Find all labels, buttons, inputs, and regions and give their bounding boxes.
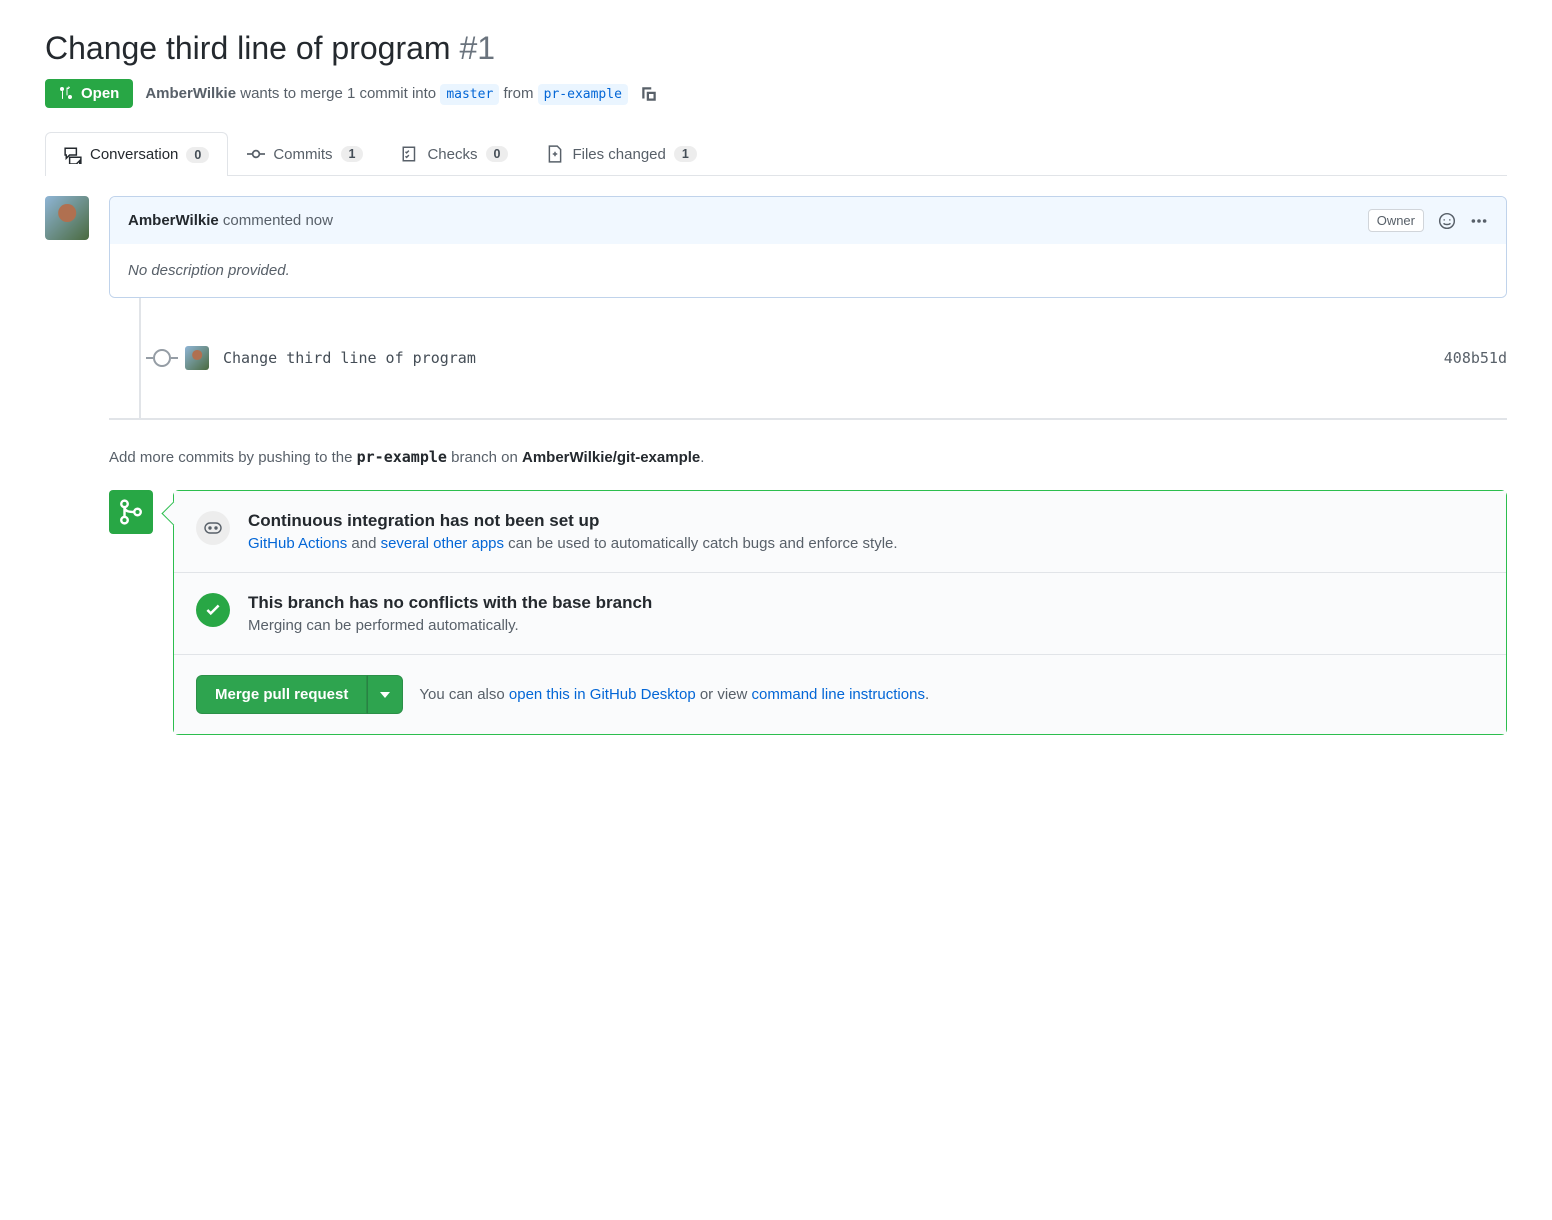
description-comment: AmberWilkie commented now Owner No descr… [109, 196, 1507, 298]
merge-options-dropdown[interactable] [367, 675, 403, 714]
commit-sha-link[interactable]: 408b51d [1444, 349, 1507, 367]
comment-header-text: AmberWilkie commented now [128, 212, 333, 229]
ci-desc: GitHub Actions and several other apps ca… [248, 535, 898, 552]
author-avatar[interactable] [45, 196, 89, 240]
file-diff-icon [546, 145, 564, 163]
add-reaction-icon[interactable] [1438, 212, 1456, 230]
conversation-count: 0 [186, 147, 209, 163]
merge-panel: Continuous integration has not been set … [173, 490, 1507, 735]
ci-title: Continuous integration has not been set … [248, 511, 898, 531]
merge-alternatives-text: You can also open this in GitHub Desktop… [419, 686, 929, 703]
merge-status-badge [109, 490, 153, 534]
git-commit-icon [247, 145, 265, 163]
pr-meta-text: AmberWilkie wants to merge 1 commit into… [145, 85, 628, 102]
tab-conversation[interactable]: Conversation 0 [45, 132, 228, 176]
commits-count: 1 [341, 146, 364, 162]
commit-author-avatar[interactable] [185, 346, 209, 370]
pr-number: #1 [459, 30, 495, 66]
pr-tabs: Conversation 0 Commits 1 Checks 0 Files … [45, 132, 1507, 176]
tab-checks[interactable]: Checks 0 [382, 132, 527, 175]
copy-branch-icon[interactable] [640, 85, 658, 103]
tab-files-changed[interactable]: Files changed 1 [527, 132, 715, 175]
owner-badge: Owner [1368, 209, 1424, 232]
pr-title-text: Change third line of program [45, 30, 451, 66]
pr-meta-row: Open AmberWilkie wants to merge 1 commit… [45, 79, 1507, 108]
comment-body: No description provided. [110, 244, 1506, 297]
check-success-icon [196, 593, 230, 627]
command-line-instructions-link[interactable]: command line instructions [752, 686, 925, 703]
base-branch-chip[interactable]: master [440, 84, 499, 105]
merge-pull-request-button[interactable]: Merge pull request [196, 675, 367, 714]
no-conflicts-title: This branch has no conflicts with the ba… [248, 593, 652, 613]
triangle-down-icon [380, 692, 390, 698]
no-conflicts-sub: Merging can be performed automatically. [248, 617, 652, 634]
pr-title: Change third line of program #1 [45, 30, 1507, 67]
timeline-divider [109, 418, 1507, 420]
commit-node-icon [153, 349, 171, 367]
git-pull-request-icon [59, 86, 75, 102]
commit-row: Change third line of program 408b51d [139, 298, 1507, 418]
tab-commits[interactable]: Commits 1 [228, 132, 382, 175]
state-open-badge: Open [45, 79, 133, 108]
commit-message-link[interactable]: Change third line of program [223, 349, 1430, 367]
git-merge-icon [118, 499, 144, 525]
files-count: 1 [674, 146, 697, 162]
compare-branch-chip[interactable]: pr-example [538, 84, 628, 105]
checklist-icon [401, 145, 419, 163]
comment-author-link[interactable]: AmberWilkie [128, 212, 219, 229]
push-more-commits-hint: Add more commits by pushing to the pr-ex… [109, 448, 1507, 466]
ci-not-setup-icon [196, 511, 230, 545]
other-apps-link[interactable]: several other apps [381, 535, 504, 552]
state-label: Open [81, 85, 119, 102]
kebab-menu-icon[interactable] [1470, 212, 1488, 230]
github-actions-link[interactable]: GitHub Actions [248, 535, 347, 552]
author-link[interactable]: AmberWilkie [145, 85, 236, 102]
timeline: AmberWilkie commented now Owner No descr… [45, 196, 1507, 735]
checks-count: 0 [486, 146, 509, 162]
comment-discussion-icon [64, 146, 82, 164]
open-in-desktop-link[interactable]: open this in GitHub Desktop [509, 686, 696, 703]
